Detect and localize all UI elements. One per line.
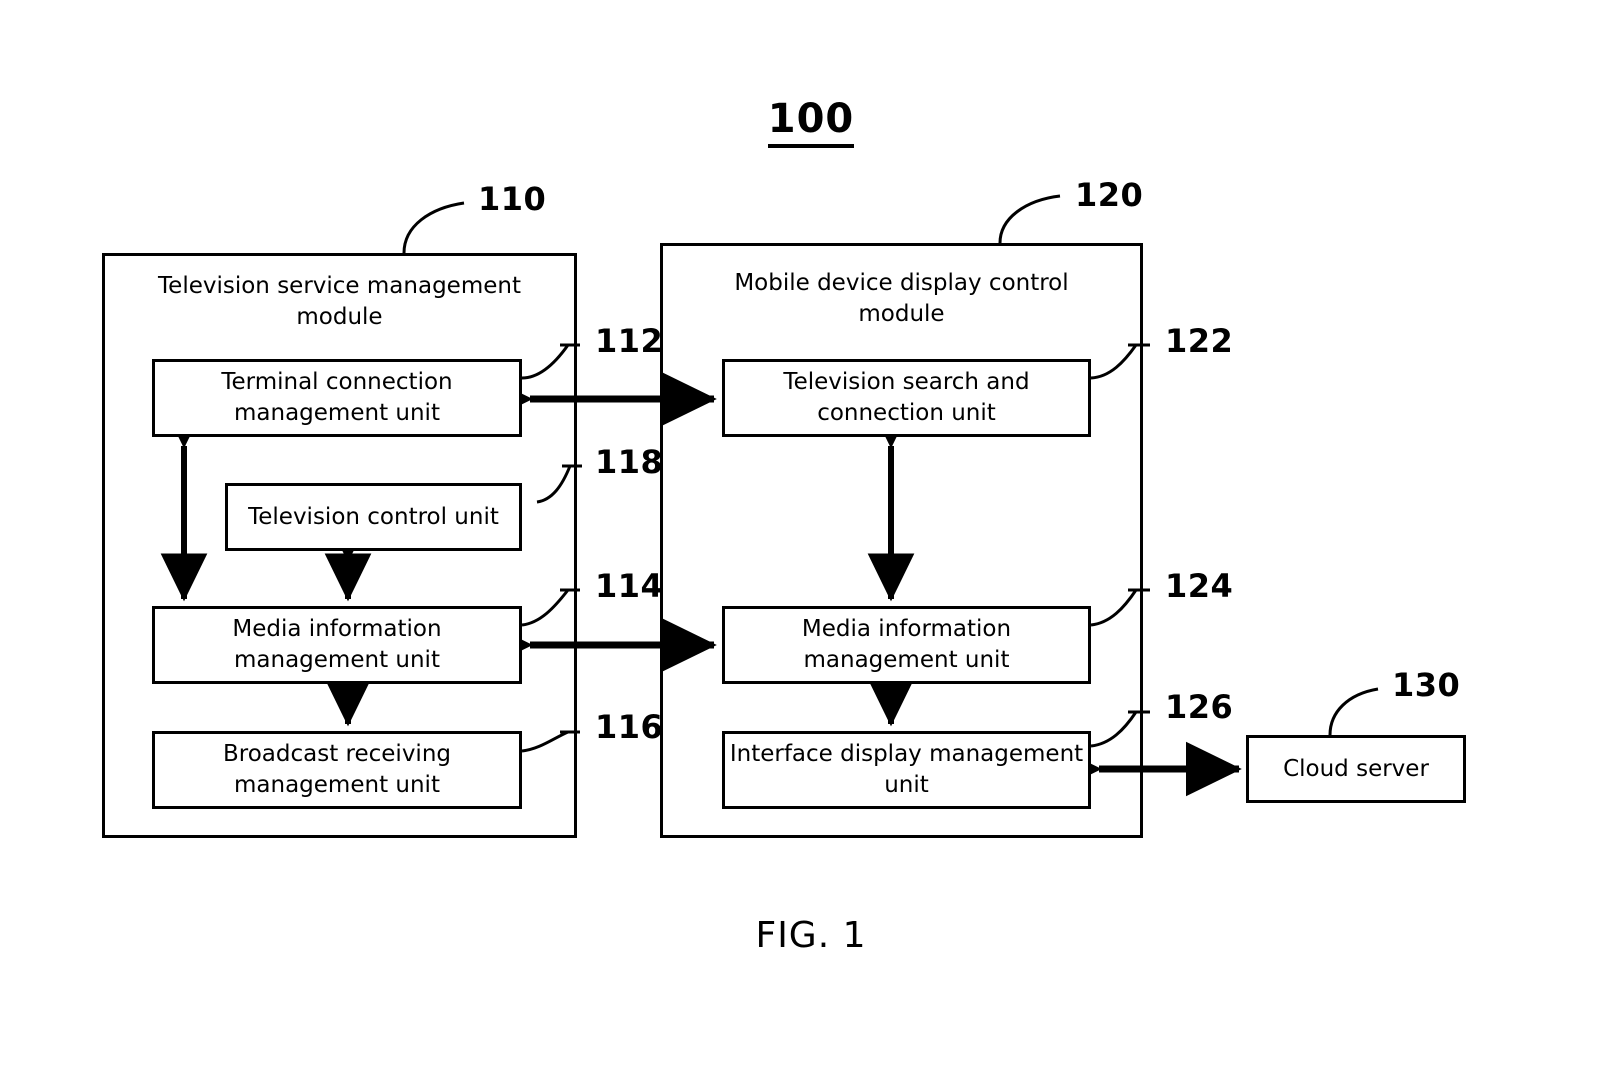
unit-television-control[interactable]: Television control unit xyxy=(225,483,522,551)
unit-interface-display-management[interactable]: Interface display management unit xyxy=(722,731,1091,809)
unit-television-search-and-connection[interactable]: Television search and connection unit xyxy=(722,359,1091,437)
unit-broadcast-receiving-management[interactable]: Broadcast receiving management unit xyxy=(152,731,522,809)
unit-cloud-server[interactable]: Cloud server xyxy=(1246,735,1466,803)
unit-media-information-management-tv[interactable]: Media information management unit xyxy=(152,606,522,684)
patent-figure: 100 Television service management module… xyxy=(0,0,1622,1076)
unit-media-information-management-mobile[interactable]: Media information management unit xyxy=(722,606,1091,684)
unit-terminal-connection-management[interactable]: Terminal connection management unit xyxy=(152,359,522,437)
